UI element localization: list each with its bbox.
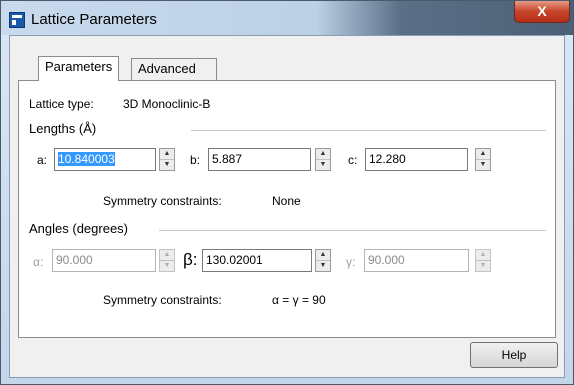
spin-up-icon[interactable]: ▲: [476, 250, 490, 261]
lengths-constraints-value: None: [272, 194, 301, 208]
spin-up-icon[interactable]: ▲: [476, 149, 490, 160]
lattice-parameters-window: Lattice Parameters X Parameters Advanced…: [0, 0, 574, 385]
length-a-label: a:: [37, 153, 48, 167]
length-c-label: c:: [348, 153, 358, 167]
length-a-input[interactable]: 10.840003: [54, 148, 156, 171]
length-a-spinner[interactable]: ▲ ▼: [159, 148, 175, 171]
angles-constraints-label: Symmetry constraints:: [103, 293, 222, 307]
app-icon: [9, 12, 25, 28]
lengths-group-label: Lengths (Å): [29, 121, 97, 136]
tab-parameters[interactable]: Parameters: [38, 56, 120, 81]
angles-constraints-value: α = γ = 90: [272, 293, 326, 307]
angles-group-label: Angles (degrees): [29, 221, 128, 236]
angle-beta-input[interactable]: 130.02001: [202, 249, 312, 272]
lattice-type-value: 3D Monoclinic-B: [123, 97, 211, 111]
angle-gamma-input[interactable]: 90.000: [364, 249, 469, 272]
spin-down-icon[interactable]: ▼: [316, 261, 330, 271]
spin-down-icon[interactable]: ▼: [316, 160, 330, 170]
lattice-type-label: Lattice type:: [29, 97, 94, 111]
window-title: Lattice Parameters: [31, 11, 157, 28]
spin-up-icon[interactable]: ▲: [160, 250, 174, 261]
length-b-label: b:: [190, 153, 201, 167]
spin-up-icon[interactable]: ▲: [160, 149, 174, 160]
angles-group-divider: [159, 230, 546, 231]
angle-beta-label: β:: [183, 250, 198, 269]
angle-alpha-spinner[interactable]: ▲ ▼: [159, 249, 175, 272]
length-b-spinner[interactable]: ▲ ▼: [315, 148, 331, 171]
length-c-input[interactable]: 12.280: [365, 148, 468, 171]
parameters-panel: Lattice type: 3D Monoclinic-B Lengths (Å…: [18, 80, 556, 338]
length-b-input[interactable]: 5.887: [208, 148, 311, 171]
dialog-client-area: Parameters Advanced Lattice type: 3D Mon…: [9, 35, 565, 378]
lengths-constraints-label: Symmetry constraints:: [103, 194, 222, 208]
angle-beta-spinner[interactable]: ▲ ▼: [315, 249, 331, 272]
spin-down-icon[interactable]: ▼: [160, 261, 174, 271]
angle-gamma-label: γ:: [346, 255, 356, 269]
angle-alpha-label: α:: [33, 255, 44, 269]
spin-down-icon[interactable]: ▼: [160, 160, 174, 170]
spin-up-icon[interactable]: ▲: [316, 149, 330, 160]
help-button[interactable]: Help: [470, 342, 558, 368]
angle-gamma-spinner[interactable]: ▲ ▼: [475, 249, 491, 272]
spin-down-icon[interactable]: ▼: [476, 160, 490, 170]
tab-advanced[interactable]: Advanced: [131, 58, 217, 80]
lengths-group-divider: [191, 130, 546, 131]
spin-up-icon[interactable]: ▲: [316, 250, 330, 261]
length-c-spinner[interactable]: ▲ ▼: [475, 148, 491, 171]
spin-down-icon[interactable]: ▼: [476, 261, 490, 271]
angle-alpha-input[interactable]: 90.000: [52, 249, 156, 272]
title-bar[interactable]: Lattice Parameters X: [1, 1, 573, 35]
length-a-value: 10.840003: [58, 152, 115, 166]
close-button[interactable]: X: [514, 1, 570, 23]
